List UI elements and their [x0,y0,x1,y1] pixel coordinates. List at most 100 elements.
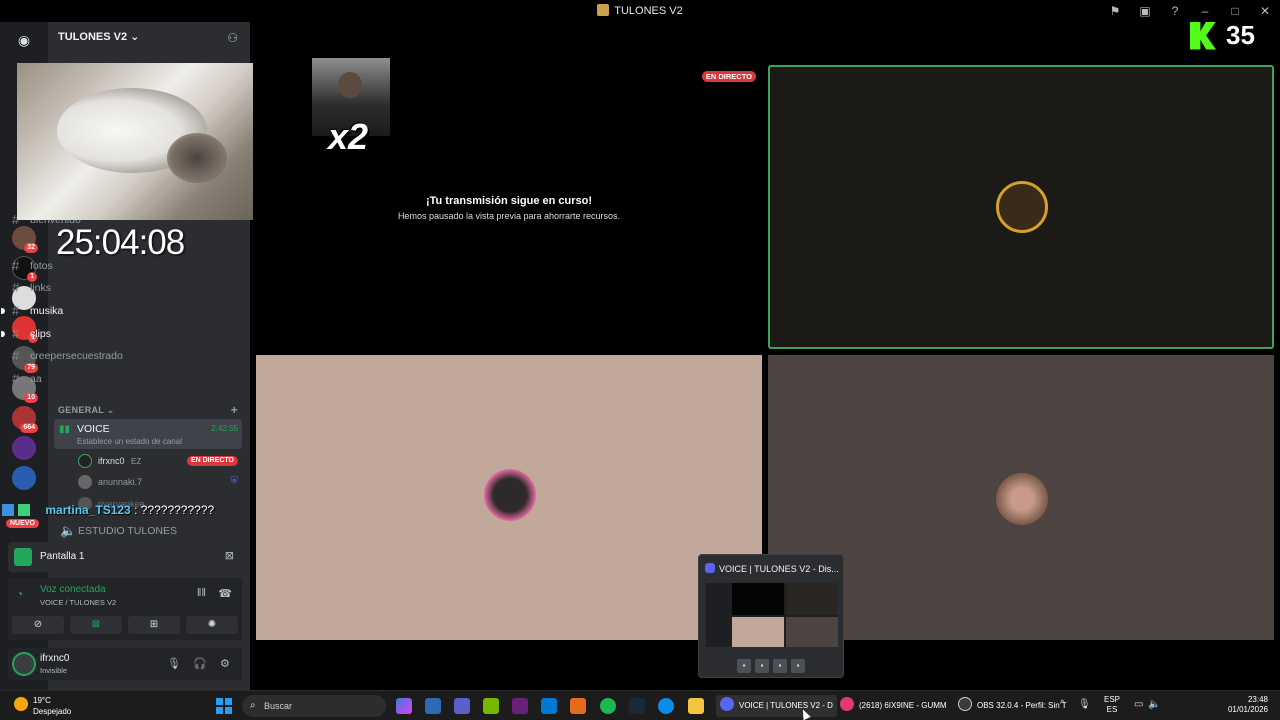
channel-musika[interactable]: # musika [1,301,194,321]
windows-start-icon[interactable] [216,698,232,714]
stop-stream-icon[interactable]: ⊠ [225,549,234,562]
system-clock[interactable]: 23:48 01/01/2026 [1228,695,1268,715]
steam-icon[interactable] [629,698,645,714]
app-icon[interactable] [570,698,586,714]
soundboard-button[interactable]: ✺ [186,616,238,634]
server-icon[interactable] [12,466,36,490]
voice-channel-estudio[interactable]: 🔈 ESTUDIO TULONES [56,521,242,541]
avatar [996,181,1048,233]
headphones-icon[interactable]: ▪ [773,659,787,673]
microphone-icon[interactable]: ▪ [755,659,769,673]
server-icon[interactable]: 664 [12,406,38,433]
taskbar-preview[interactable]: VOICE | TULONES V2 - Dis... ▪ ▪ ▪ ▪ [698,554,844,678]
settings-gear-icon[interactable]: ⚙ [220,657,230,670]
nvidia-icon[interactable] [483,698,499,714]
help-icon[interactable]: ? [1160,2,1190,20]
microphone-icon[interactable]: 🎙 [1078,699,1091,710]
avatar [78,475,92,489]
speaker-icon: 🔈 [60,523,77,538]
store-icon[interactable] [425,698,441,714]
hash-icon: # [12,326,20,341]
paused-subtitle: Hemos pausado la vista previa para ahorr… [397,211,621,221]
add-channel-icon[interactable]: + [231,403,238,417]
stream-card[interactable]: Pantalla 1 ⊠ [8,542,242,572]
noise-suppression-icon[interactable]: ‖‖ [197,587,206,599]
edge-icon[interactable] [658,698,674,714]
hash-icon: # [12,371,20,386]
kick-viewer-badge: 35 [1190,20,1255,51]
chevron-up-icon[interactable]: ^ [1060,699,1065,710]
speaker-icon: ▮▮ [59,424,71,435]
voice-channel[interactable]: ▮▮ VOICE Establece un estado de canal 2:… [54,419,242,449]
weather-widget[interactable]: 19°C Despejado [14,695,71,717]
inbox-icon[interactable]: ⚑ [1100,2,1130,20]
browser-icon [840,697,854,711]
server-header[interactable]: TULONES V2 ⌄ ⚇ [48,22,250,54]
language-indicator[interactable]: ESP ES [1104,695,1120,715]
network-icon[interactable]: ▭ [1134,699,1143,710]
taskbar-app-obs[interactable]: OBS 32.0.4 - Perfil: Sin T [958,695,1067,717]
shield-icon: ⛨ [230,476,239,487]
mail-icon[interactable] [541,698,557,714]
visual-studio-icon[interactable] [512,698,528,714]
taskbar-app-browser[interactable]: (2618) 6IX9INE - GUMM [840,695,947,717]
disconnect-icon[interactable]: ▪ [791,659,805,673]
screen-icon[interactable]: ▣ [1130,2,1160,20]
file-explorer-icon[interactable] [688,698,704,714]
screen-share-button[interactable]: ⊠ [70,616,122,634]
server-name: TULONES V2 [58,31,128,43]
discord-home-icon[interactable]: ◉ [12,28,36,52]
stream-timer: 25:04:08 [56,223,185,262]
voice-connection-panel: ◔ Voz conectada VOICE / TULONES V2 ‖‖ ☎ … [8,578,242,640]
server-icon [597,4,610,16]
volume-icon[interactable]: 🔈 [1148,699,1160,710]
voice-status[interactable]: Voz conectada [40,584,106,595]
channel-status[interactable]: Establece un estado de canal [77,437,182,446]
camera-icon[interactable]: ▪ [737,659,751,673]
voice-user[interactable]: anunnaki.7 ⛨ [78,472,244,492]
invite-icon[interactable]: ⚇ [227,31,238,45]
channel-creepersecuestrado[interactable]: # creepersecuestrado [8,346,194,366]
preview-thumbnail[interactable] [706,583,838,647]
window-titlebar: TULONES V2 ⚑ ▣ ? – □ ✕ [0,0,1280,22]
avatar [484,469,536,521]
system-tray: ^ ESP ES 🎙 ▭ 🔈 23:48 01/01/2026 [1060,695,1280,717]
microphone-icon[interactable]: 🎙 [167,657,181,670]
avatar [996,473,1048,525]
user-tile[interactable] [768,65,1274,349]
obs-icon [958,697,972,711]
spotify-icon[interactable] [600,698,616,714]
channel-links[interactable]: # links [8,278,194,298]
disconnect-icon[interactable]: ☎ [218,587,232,600]
x2-label: x2 [328,116,369,157]
x2-overlay: x2 [312,58,390,157]
voice-user[interactable]: ifrxnc0 EZ EN DIRECTO [78,451,244,471]
headphones-icon[interactable]: 🎧 [193,657,207,670]
hash-icon: # [12,280,20,295]
live-badge: EN DIRECTO [186,456,238,466]
hash-icon: # [12,303,20,318]
close-button[interactable]: ✕ [1250,2,1280,20]
maximize-button[interactable]: □ [1220,2,1250,20]
camera-off-button[interactable]: ⊘ [12,616,64,634]
copilot-icon[interactable] [396,698,412,714]
user-status: Invisible [40,666,68,675]
minimize-button[interactable]: – [1190,2,1220,20]
server-icon[interactable] [12,436,36,460]
username[interactable]: ifrxnc0 [40,653,69,664]
sun-icon [14,697,28,711]
channel-aa[interactable]: # aa [8,369,194,389]
category-general[interactable]: GENERAL ⌄ + [58,403,244,417]
voice-location[interactable]: VOICE / TULONES V2 [40,598,116,607]
voice-timer: 2:42:55 [211,424,238,433]
user-tile[interactable] [256,355,762,640]
chat-badges-icon [2,504,42,516]
kick-logo-icon [1190,21,1216,50]
avatar[interactable] [12,652,36,676]
taskbar-app-discord[interactable]: VOICE | TULONES V2 - D [716,695,837,717]
search-box[interactable]: ⌕ Buscar [242,695,386,717]
channel-clips[interactable]: # clips [1,324,194,344]
window-title: TULONES V2 [614,5,683,17]
teams-icon[interactable] [454,698,470,714]
activities-button[interactable]: ⊞ [128,616,180,634]
